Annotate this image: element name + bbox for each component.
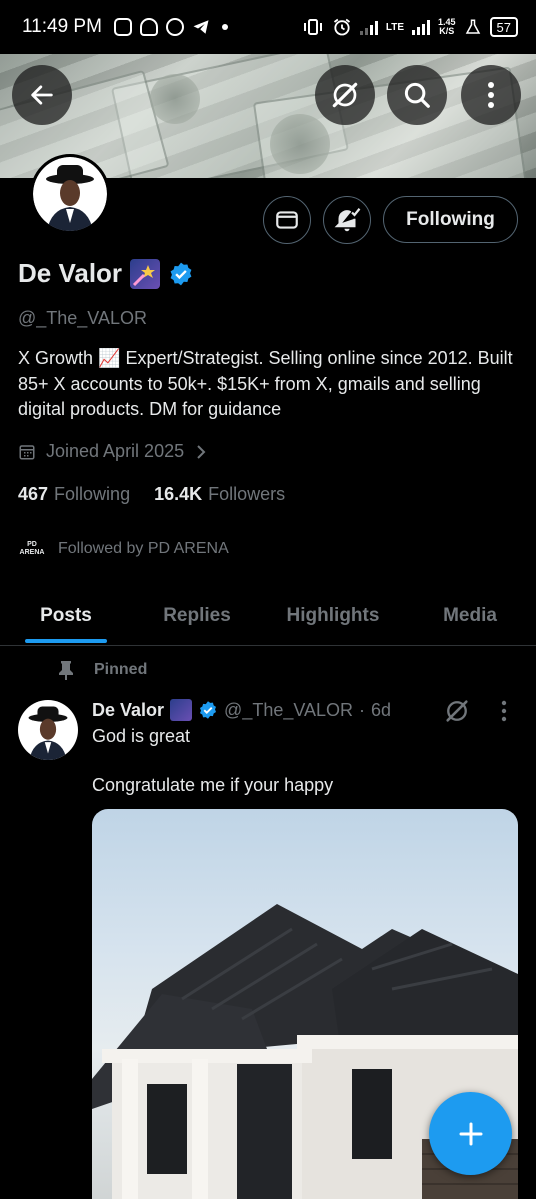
envelope-icon — [276, 211, 298, 229]
app-notification-icon — [113, 18, 132, 36]
profile-tabs: Posts Replies Highlights Media — [0, 586, 536, 646]
pd-arena-avatar: PD ARENA — [19, 541, 45, 556]
grok-button[interactable] — [315, 65, 375, 125]
more-vertical-icon — [488, 82, 494, 108]
grok-slash-icon — [446, 700, 468, 722]
status-bar: 11:49 PM LTE 1.45 K/S 57 — [0, 0, 536, 54]
post-author-avatar[interactable] — [18, 700, 78, 760]
followers-stat[interactable]: 16.4K Followers — [154, 484, 285, 505]
display-name: De Valor — [18, 258, 123, 288]
tab-highlights[interactable]: Highlights — [262, 586, 404, 645]
bell-check-icon — [334, 208, 361, 232]
snapchat-icon — [139, 18, 158, 36]
post-text-line1: God is great — [92, 726, 191, 746]
tab-posts[interactable]: Posts — [0, 586, 132, 645]
profile-bio: X Growth 📈 Expert/Strategist. Selling on… — [18, 348, 513, 419]
profile-name-row: De Valor — [18, 258, 194, 289]
chevron-right-icon — [197, 444, 206, 459]
wifi-signal-icon — [359, 19, 378, 35]
search-button[interactable] — [387, 65, 447, 125]
status-time: 11:49 PM — [22, 16, 102, 37]
follow-stats: 467 Following 16.4K Followers — [18, 484, 285, 505]
search-icon — [404, 82, 430, 108]
followed-by-text: Followed by PD ARENA — [58, 540, 229, 557]
pin-icon — [59, 661, 73, 680]
plus-icon — [459, 1122, 482, 1145]
verified-badge-icon — [200, 701, 217, 719]
vibrate-icon — [303, 19, 322, 35]
post-more-button[interactable] — [500, 700, 512, 724]
post-time: 6d — [371, 699, 392, 720]
joined-date: Joined April 2025 — [46, 441, 185, 461]
profile-handle: @_The_VALOR — [18, 308, 147, 328]
grok-slash-icon — [332, 82, 358, 108]
alarm-icon — [333, 18, 350, 36]
back-button[interactable] — [12, 65, 72, 125]
tab-replies[interactable]: Replies — [132, 586, 262, 645]
shooting-star-emoji-icon — [170, 699, 193, 721]
lab-flask-icon — [465, 19, 480, 34]
post-separator: · — [359, 699, 366, 720]
whatsapp-icon — [165, 18, 184, 36]
followed-by-row[interactable]: PD ARENA Followed by PD ARENA — [18, 538, 229, 560]
compose-post-button[interactable] — [429, 1092, 512, 1175]
network-label: LTE — [385, 21, 404, 33]
tab-media[interactable]: Media — [404, 586, 536, 645]
post-author-name[interactable]: De Valor — [92, 700, 164, 721]
profile-avatar[interactable] — [30, 154, 110, 234]
more-notifications-dot — [221, 24, 228, 30]
notifications-button[interactable] — [323, 196, 371, 244]
verified-badge-icon — [170, 262, 192, 285]
pinned-label: Pinned — [94, 661, 148, 678]
cell-signal-icon — [412, 19, 430, 35]
avatar-illustration — [28, 706, 68, 760]
joined-date-row[interactable]: Joined April 2025 — [18, 441, 208, 462]
shooting-star-emoji-icon — [130, 258, 161, 289]
post-grok-button[interactable] — [443, 697, 471, 725]
post-author-handle: @_The_VALOR — [224, 699, 354, 720]
arrow-left-icon — [31, 85, 53, 105]
more-vertical-icon — [501, 700, 507, 722]
pinned-label-row: Pinned — [58, 660, 147, 680]
post-header: De Valor @_The_VALOR · 6d — [92, 699, 391, 721]
battery-indicator: 57 — [489, 17, 518, 37]
message-button[interactable] — [263, 196, 311, 244]
calendar-icon — [19, 444, 35, 459]
avatar-illustration — [46, 165, 94, 231]
post-text-line2: Congratulate me if your happy — [92, 775, 334, 795]
following-stat[interactable]: 467 Following — [18, 484, 130, 505]
following-button[interactable]: Following — [383, 196, 518, 243]
more-options-button[interactable] — [461, 65, 521, 125]
telegram-icon — [193, 20, 209, 34]
network-speed: 1.45 K/S — [438, 17, 456, 36]
